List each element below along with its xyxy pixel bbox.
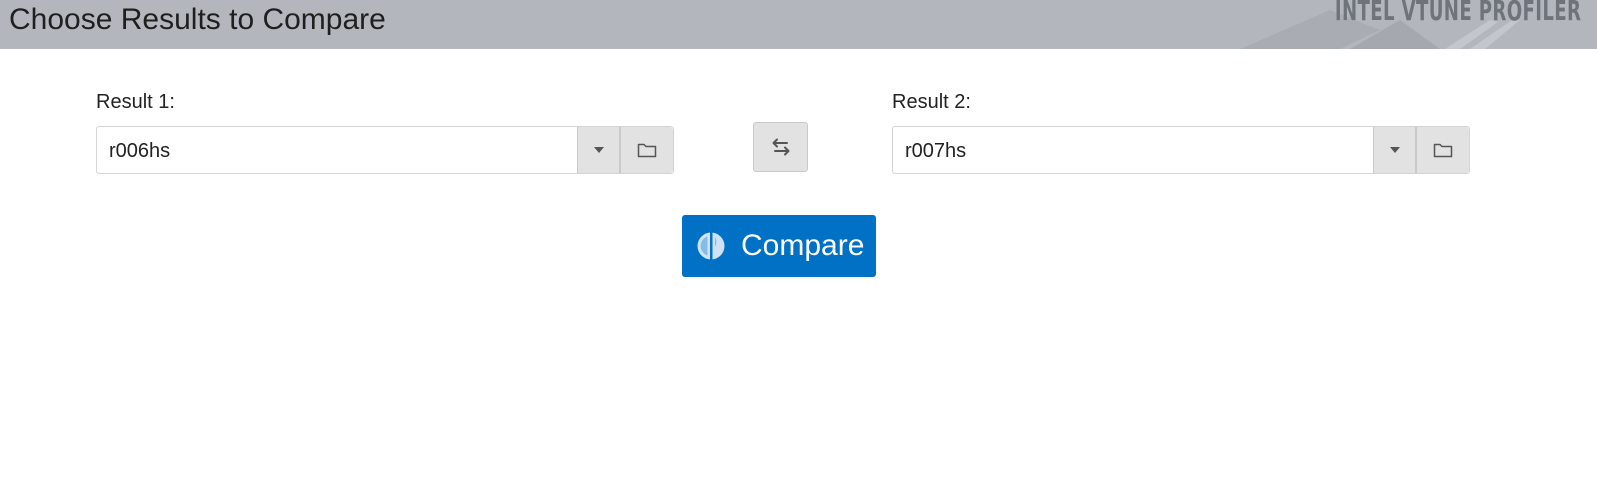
result1-combobox: r006hs xyxy=(96,126,674,174)
page-title: Choose Results to Compare xyxy=(9,3,386,36)
result1-dropdown-button[interactable] xyxy=(577,127,619,173)
result1-browse-button[interactable] xyxy=(619,127,673,173)
result1-label: Result 1: xyxy=(96,91,175,113)
chevron-down-icon xyxy=(593,147,604,153)
chevron-down-icon xyxy=(1389,147,1400,153)
result2-dropdown-button[interactable] xyxy=(1373,127,1415,173)
swap-arrows-icon xyxy=(772,138,789,156)
folder-icon xyxy=(1433,143,1453,158)
header-bar: Choose Results to Compare INTEL VTUNE PR… xyxy=(0,0,1597,49)
brand-logo-text: INTEL VTUNE PROFILER xyxy=(1334,0,1581,27)
result1-input[interactable]: r006hs xyxy=(97,127,577,173)
compare-button-label: Compare xyxy=(741,229,865,262)
result2-input[interactable]: r007hs xyxy=(893,127,1373,173)
swap-results-button[interactable] xyxy=(753,122,808,172)
result2-browse-button[interactable] xyxy=(1415,127,1469,173)
compare-icon xyxy=(697,232,725,260)
folder-icon xyxy=(637,143,657,158)
result2-label: Result 2: xyxy=(892,91,971,113)
compare-button[interactable]: Compare xyxy=(682,215,876,277)
result2-combobox: r007hs xyxy=(892,126,1470,174)
